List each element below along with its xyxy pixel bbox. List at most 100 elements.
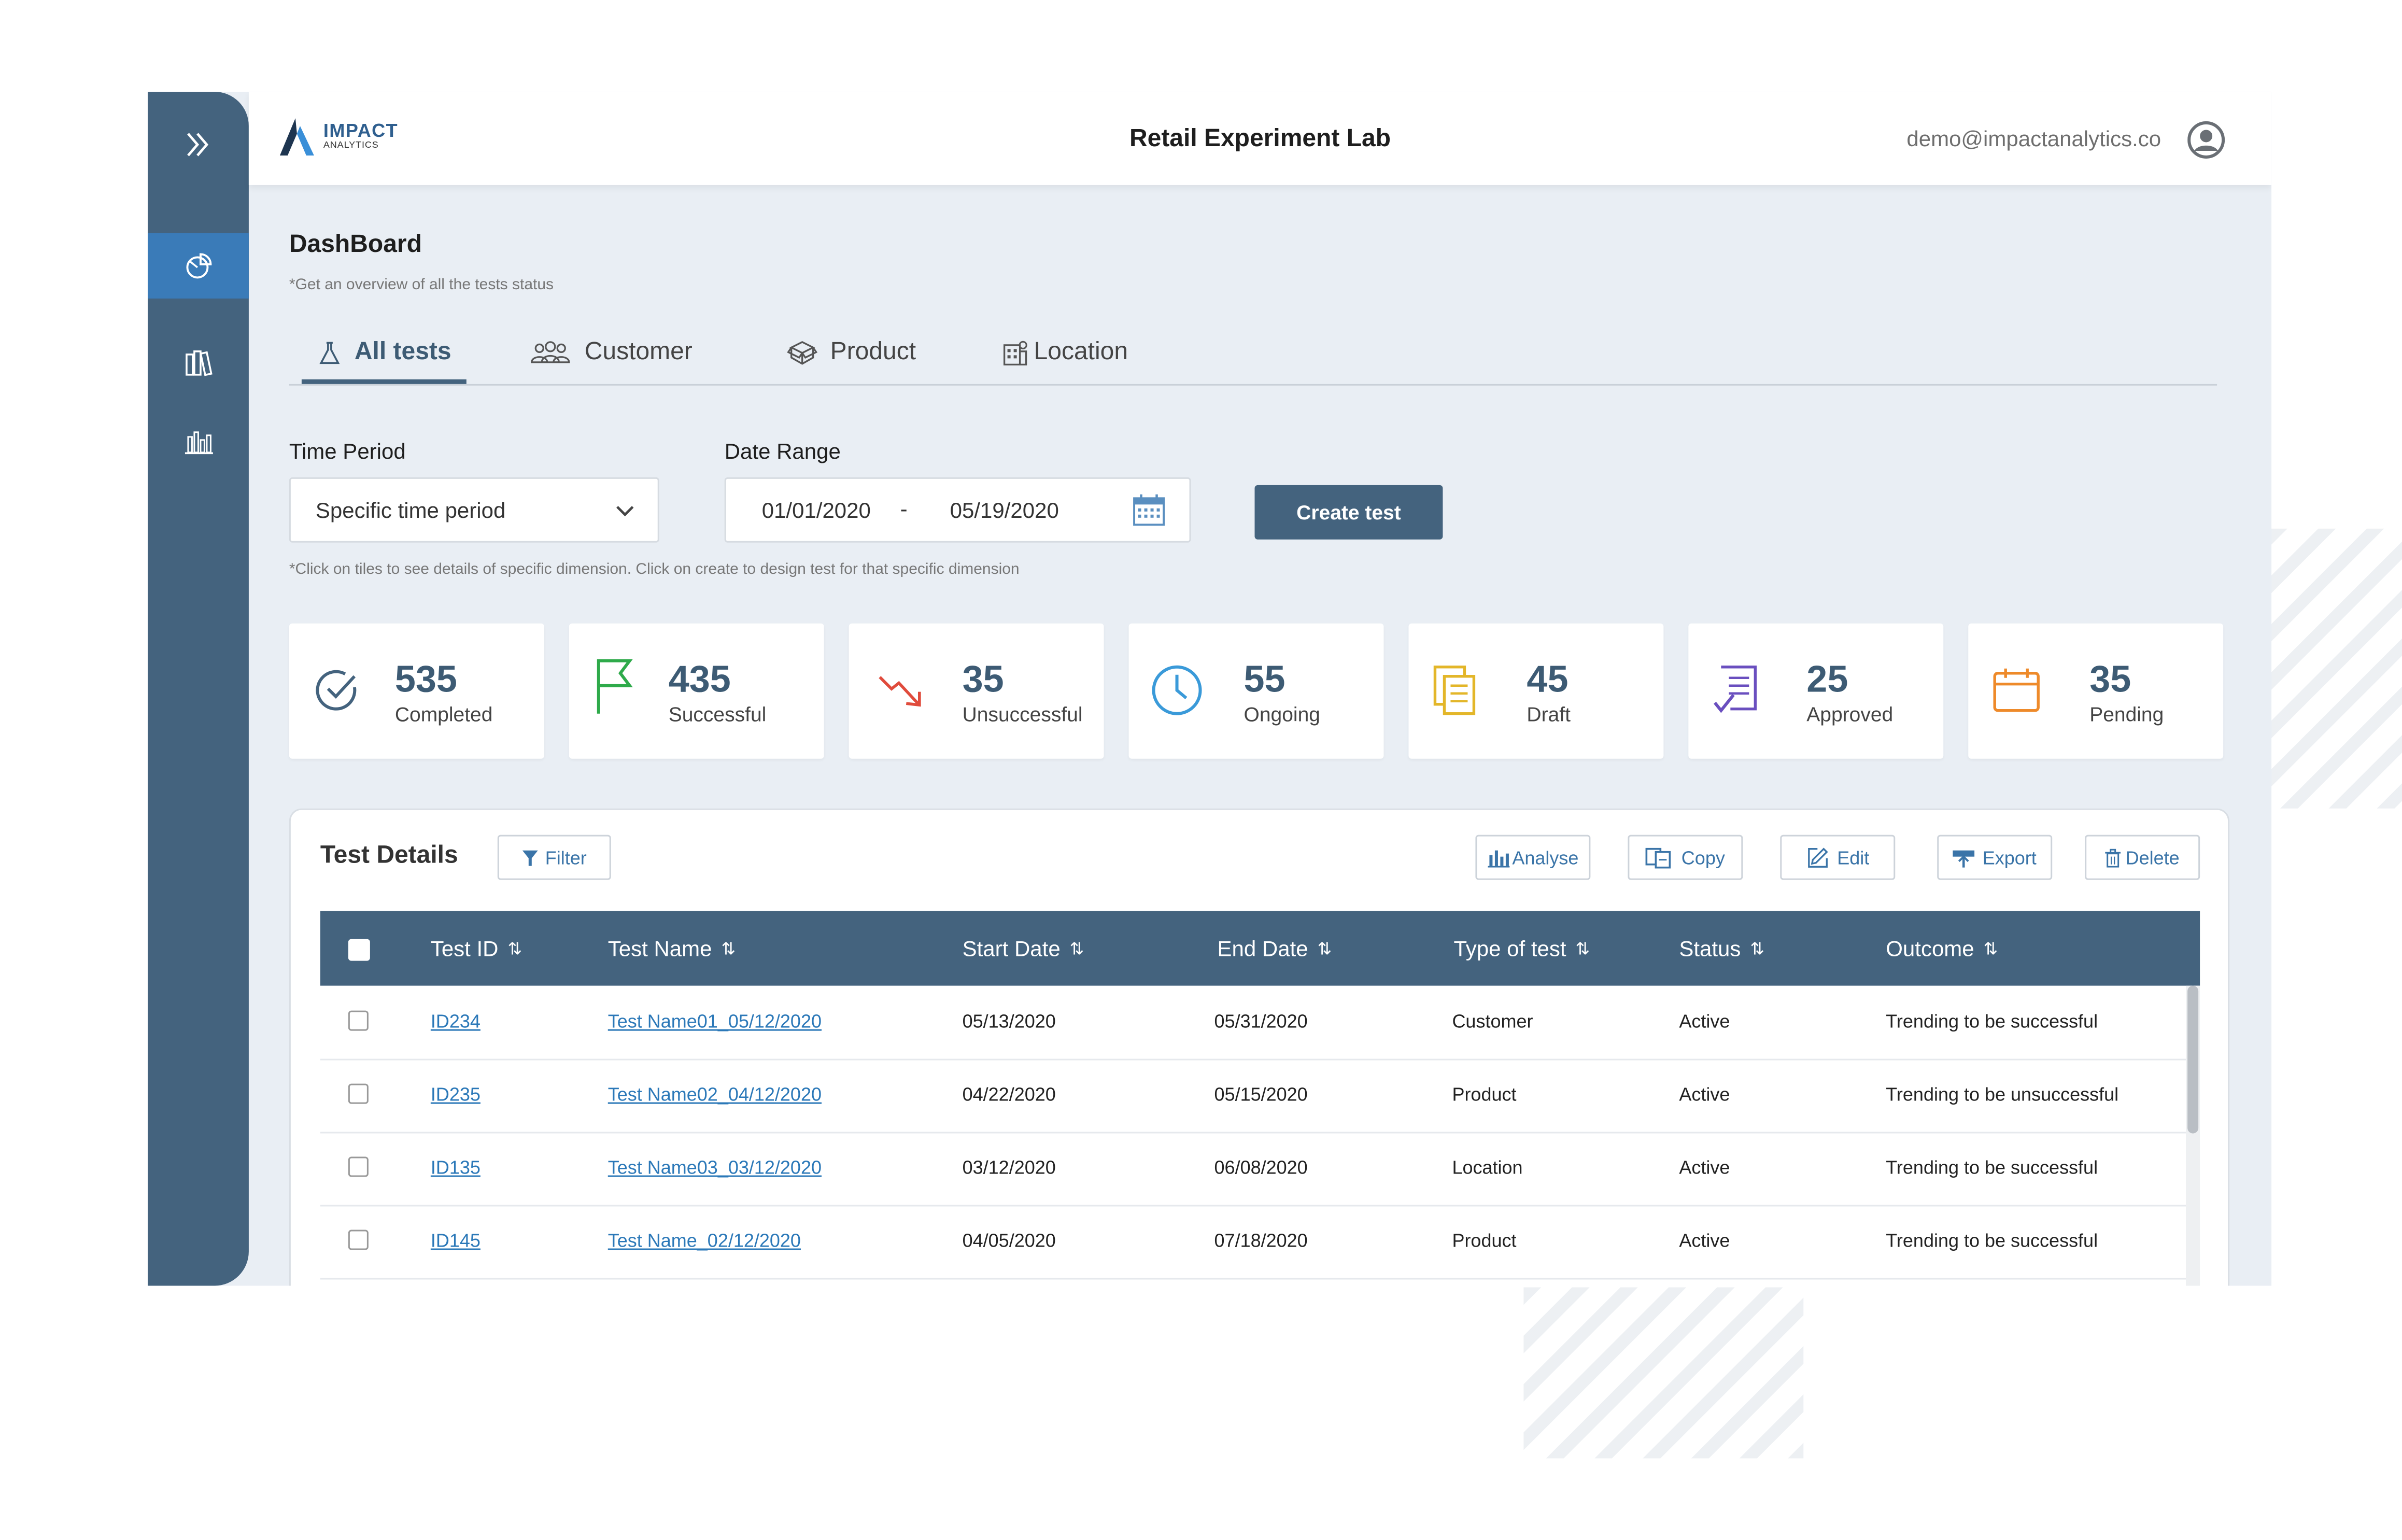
trash-icon	[2105, 848, 2121, 867]
scrollbar-thumb[interactable]	[2187, 985, 2199, 1134]
test-id-link[interactable]: ID234	[431, 986, 481, 1057]
sort-icon: ⇅	[1575, 940, 1590, 959]
sidebar-item-dashboard[interactable]	[147, 233, 249, 299]
tile-completed[interactable]: 535 Completed	[289, 623, 544, 759]
delete-button[interactable]: Delete	[2085, 835, 2200, 880]
flask-icon	[319, 341, 340, 363]
decorative-stripes-bottom	[1523, 1287, 1804, 1459]
analyse-button[interactable]: Analyse	[1475, 835, 1591, 880]
pencil-icon	[1807, 847, 1828, 868]
check-circle-icon	[311, 662, 364, 718]
tile-value: 25	[1806, 659, 1848, 701]
table-header: Test ID ⇅ Test Name ⇅ Start Date ⇅ End D…	[320, 911, 2200, 986]
tile-label: Approved	[1806, 702, 1894, 726]
column-header-start-date[interactable]: Start Date ⇅	[963, 911, 1084, 986]
dimension-tabs: All tests Customer Product Location	[289, 325, 2217, 386]
tab-all-tests[interactable]: All tests	[301, 325, 467, 384]
tab-location[interactable]: Location	[1001, 325, 1128, 381]
column-label: Type of test	[1453, 936, 1566, 961]
tab-customer[interactable]: Customer	[529, 325, 693, 381]
sort-icon: ⇅	[507, 940, 522, 959]
page-subtitle: *Get an overview of all the tests status	[289, 276, 554, 294]
table-scrollbar[interactable]	[2186, 985, 2200, 1286]
row-checkbox[interactable]	[348, 1230, 369, 1250]
column-label: Test Name	[607, 936, 712, 961]
column-label: Start Date	[962, 936, 1061, 961]
tile-value: 35	[2089, 659, 2131, 701]
table-row[interactable]: ID235 Test Name02_04/12/2020 04/22/2020 …	[320, 1059, 2186, 1134]
sidebar-item-reports[interactable]	[148, 409, 249, 474]
tile-draft[interactable]: 45 Draft	[1408, 623, 1664, 759]
tile-unsuccessful[interactable]: 35 Unsuccessful	[849, 623, 1104, 759]
table-row[interactable]: ID234 Test Name01_05/12/2020 05/13/2020 …	[320, 986, 2186, 1061]
date-to-input[interactable]: 05/19/2020	[950, 498, 1059, 522]
end-date-cell: 07/18/2020	[1214, 1230, 1308, 1252]
column-header-type[interactable]: Type of test ⇅	[1453, 911, 1590, 986]
create-test-button[interactable]: Create test	[1254, 485, 1443, 540]
test-id-link[interactable]: ID135	[431, 1132, 481, 1204]
time-period-select[interactable]: Specific time period	[289, 477, 659, 543]
column-header-test-name[interactable]: Test Name ⇅	[608, 911, 736, 986]
date-range-picker[interactable]: 01/01/2020 - 05/19/2020	[724, 477, 1191, 543]
tile-label: Unsuccessful	[962, 702, 1083, 726]
sort-icon: ⇅	[1983, 940, 1998, 959]
sidebar-expand-button[interactable]	[148, 112, 249, 177]
test-id-link[interactable]: ID145	[431, 1205, 481, 1277]
tab-label: Location	[1034, 338, 1128, 365]
outcome-cell: Trending to be successful	[1886, 1010, 2098, 1033]
table-row[interactable]: ID135 Test Name03_03/12/2020 03/12/2020 …	[320, 1132, 2186, 1207]
export-label: Export	[1982, 846, 2037, 869]
test-name-link[interactable]: Test Name01_05/12/2020	[608, 986, 822, 1057]
tab-label: Product	[830, 338, 916, 365]
test-name-link[interactable]: Test Name_02/12/2020	[608, 1205, 801, 1277]
column-header-outcome[interactable]: Outcome ⇅	[1886, 911, 1998, 986]
calendar-icon	[1990, 662, 2043, 718]
trend-down-icon	[877, 662, 930, 718]
filter-button[interactable]: Filter	[497, 835, 611, 880]
sidebar-item-library[interactable]	[148, 330, 249, 395]
main-content: DashBoard *Get an overview of all the te…	[249, 185, 2271, 1286]
user-avatar-icon[interactable]	[2187, 121, 2225, 159]
sort-icon: ⇅	[721, 940, 736, 959]
tile-label: Pending	[2089, 702, 2164, 726]
column-header-test-id[interactable]: Test ID ⇅	[431, 911, 522, 986]
tile-approved[interactable]: 25 Approved	[1688, 623, 1944, 759]
user-email[interactable]: demo@impactanalytics.co	[1906, 126, 2161, 151]
type-cell: Product	[1452, 1083, 1517, 1106]
start-date-cell: 04/05/2020	[962, 1230, 1056, 1252]
edit-button[interactable]: Edit	[1780, 835, 1896, 880]
table-row[interactable]: ID145 Test Name_02/12/2020 04/05/2020 07…	[320, 1205, 2186, 1280]
row-checkbox[interactable]	[348, 1156, 369, 1177]
row-checkbox[interactable]	[348, 1010, 369, 1031]
copy-button[interactable]: Copy	[1628, 835, 1743, 880]
column-header-end-date[interactable]: End Date ⇅	[1218, 911, 1332, 986]
panel-title: Test Details	[320, 842, 458, 869]
tile-successful[interactable]: 435 Successful	[569, 623, 824, 759]
test-id-link[interactable]: ID235	[431, 1059, 481, 1131]
row-checkbox[interactable]	[348, 1083, 369, 1104]
tile-label: Ongoing	[1244, 702, 1320, 726]
date-separator: -	[900, 496, 908, 521]
time-period-label: Time Period	[289, 438, 406, 463]
flag-icon	[588, 658, 641, 714]
tile-ongoing[interactable]: 55 Ongoing	[1128, 623, 1384, 759]
date-from-input[interactable]: 01/01/2020	[762, 498, 871, 522]
tile-pending[interactable]: 35 Pending	[1968, 623, 2224, 759]
select-all-checkbox[interactable]	[348, 939, 370, 961]
column-header-status[interactable]: Status ⇅	[1679, 911, 1764, 986]
test-name-link[interactable]: Test Name03_03/12/2020	[608, 1132, 822, 1204]
test-name-link[interactable]: Test Name02_04/12/2020	[608, 1059, 822, 1131]
books-icon	[185, 350, 212, 376]
decorative-stripes	[2270, 528, 2402, 809]
outcome-cell: Trending to be successful	[1886, 1156, 2098, 1179]
test-details-panel: Test Details Filter Analyse Copy Edit Ex…	[289, 808, 2230, 1286]
export-button[interactable]: Export	[1937, 835, 2053, 880]
pie-chart-icon	[185, 253, 211, 279]
tile-value: 35	[962, 659, 1004, 701]
time-period-value: Specific time period	[315, 497, 506, 522]
calendar-icon[interactable]	[1132, 493, 1166, 527]
tile-label: Draft	[1527, 702, 1571, 726]
outcome-cell: Trending to be successful	[1886, 1230, 2098, 1252]
app-window: IMPACT ANALYTICS Retail Experiment Lab d…	[147, 91, 2272, 1286]
tab-product[interactable]: Product	[787, 325, 916, 381]
